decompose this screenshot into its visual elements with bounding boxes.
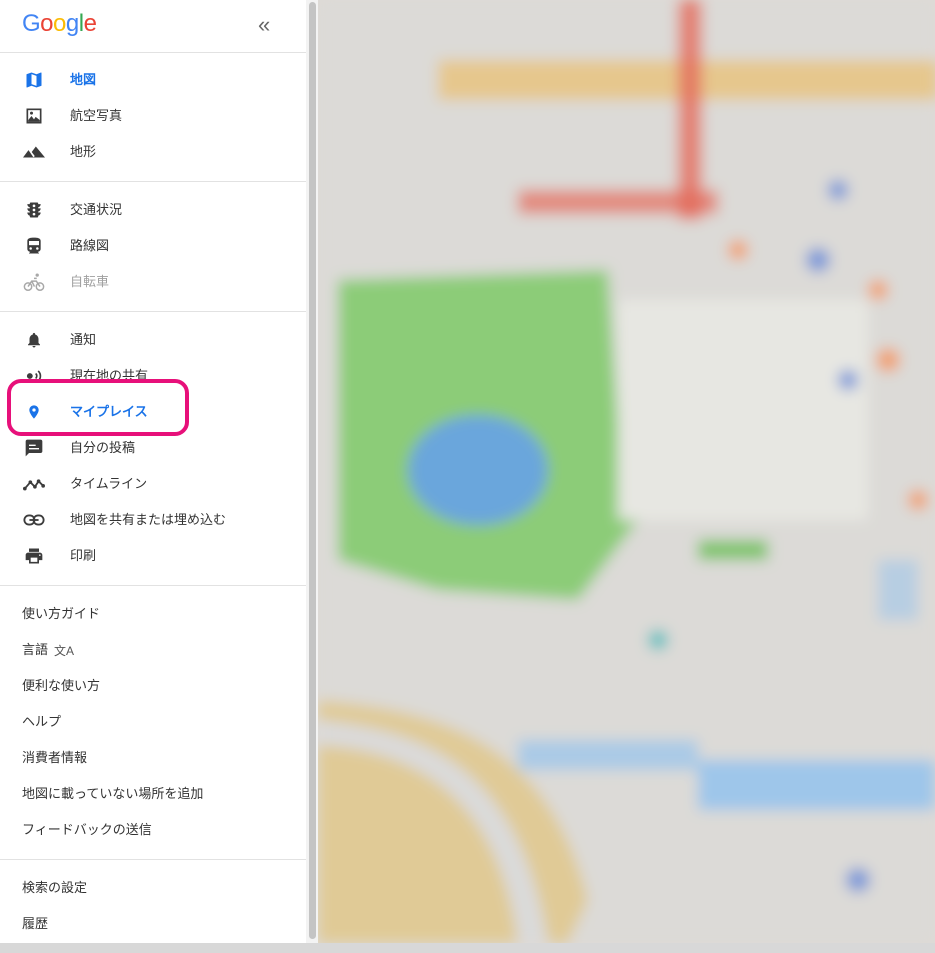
menu-item-label: 通知	[70, 332, 97, 347]
terrain-icon	[22, 140, 46, 164]
google-logo: Google	[22, 10, 97, 38]
menu-item-label: 地図を共有または埋め込む	[70, 512, 227, 527]
link-icon	[22, 508, 46, 532]
map-canvas[interactable]	[318, 0, 935, 943]
menu-item-your-places[interactable]: マイプレイス	[0, 394, 306, 430]
logo-letter: o	[40, 10, 54, 37]
menu-item-label: ヘルプ	[22, 714, 62, 729]
bicycle-icon	[22, 270, 46, 294]
menu-item-terrain[interactable]: 地形	[0, 134, 306, 170]
collapse-menu-button[interactable]: «	[258, 12, 270, 38]
personal-group: 通知 現在地の共有 マイプレイス 自分の投稿 タイムライン 地図を共有または埋め…	[0, 312, 306, 586]
menu-item-notifications[interactable]: 通知	[0, 322, 306, 358]
menu-item-label: タイムライン	[70, 476, 148, 491]
settings-group: 検索の設定 履歴	[0, 860, 306, 953]
timeline-icon	[22, 472, 46, 496]
print-icon	[22, 544, 46, 568]
menu-item-timeline[interactable]: タイムライン	[0, 466, 306, 502]
place-pin-icon	[22, 400, 46, 424]
logo-letter: e	[83, 10, 97, 37]
layers-group: 交通状況 路線図 自転車	[0, 182, 306, 312]
menu-item-label: 印刷	[70, 548, 97, 563]
bell-icon	[22, 328, 46, 352]
link-send-feedback[interactable]: フィードバックの送信	[0, 812, 306, 848]
menu-item-label: 検索の設定	[22, 880, 88, 895]
menu-item-label: 使い方ガイド	[22, 606, 101, 621]
menu-item-label: 地形	[70, 144, 97, 159]
location-sharing-icon	[22, 364, 46, 388]
menu-item-bicycling[interactable]: 自転車	[0, 264, 306, 300]
menu-item-label: マイプレイス	[70, 404, 148, 419]
train-icon	[22, 234, 46, 258]
menu-item-label: 現在地の共有	[70, 368, 149, 383]
menu-item-label: 地図に載っていない場所を追加	[22, 786, 204, 801]
menu-item-transit[interactable]: 路線図	[0, 228, 306, 264]
link-tips-and-tricks[interactable]: 使い方ガイド	[0, 596, 306, 632]
menu-item-label: 航空写真	[70, 108, 123, 123]
logo-letter: g	[65, 10, 79, 37]
menu-item-location-sharing[interactable]: 現在地の共有	[0, 358, 306, 394]
scrollbar-thumb[interactable]	[309, 2, 316, 939]
menu-item-label: 自転車	[70, 274, 110, 289]
side-menu: Google « 地図 航空写真 地形 交通状況 路線図 自転車 通知 現在地の…	[0, 0, 307, 943]
link-tips[interactable]: 便利な使い方	[0, 668, 306, 704]
help-group: 使い方ガイド 言語 文A 便利な使い方 ヘルプ 消費者情報 地図に載っていない場所…	[0, 586, 306, 860]
menu-item-label: 言語	[22, 642, 49, 657]
map-image	[318, 0, 935, 943]
menu-item-label: 交通状況	[70, 202, 123, 217]
menu-item-label: 自分の投稿	[70, 440, 136, 455]
menu-item-contributions[interactable]: 自分の投稿	[0, 430, 306, 466]
menu-item-map[interactable]: 地図	[0, 62, 306, 98]
menu-item-label: 消費者情報	[22, 750, 88, 765]
menu-item-label: 地図	[70, 72, 97, 87]
menu-item-share-embed[interactable]: 地図を共有または埋め込む	[0, 502, 306, 538]
satellite-image-icon	[22, 104, 46, 128]
link-language[interactable]: 言語 文A	[0, 632, 306, 668]
menu-item-traffic[interactable]: 交通状況	[0, 192, 306, 228]
traffic-light-icon	[22, 198, 46, 222]
logo-letter: G	[22, 10, 41, 37]
contributions-icon	[22, 436, 46, 460]
menu-item-label: 履歴	[22, 916, 49, 931]
link-help[interactable]: ヘルプ	[0, 704, 306, 740]
menu-item-label: フィードバックの送信	[22, 822, 152, 837]
link-consumer-info[interactable]: 消費者情報	[0, 740, 306, 776]
menu-item-label: 便利な使い方	[22, 678, 101, 693]
map-type-group: 地図 航空写真 地形	[0, 53, 306, 182]
link-history[interactable]: 履歴	[0, 906, 306, 942]
link-add-missing-place[interactable]: 地図に載っていない場所を追加	[0, 776, 306, 812]
map-icon	[22, 68, 46, 92]
side-menu-header: Google «	[0, 0, 306, 53]
menu-item-satellite[interactable]: 航空写真	[0, 98, 306, 134]
link-search-settings[interactable]: 検索の設定	[0, 870, 306, 906]
menu-item-print[interactable]: 印刷	[0, 538, 306, 574]
translate-icon: 文A	[54, 643, 75, 658]
menu-item-label: 路線図	[70, 238, 110, 253]
logo-letter: o	[53, 10, 66, 37]
